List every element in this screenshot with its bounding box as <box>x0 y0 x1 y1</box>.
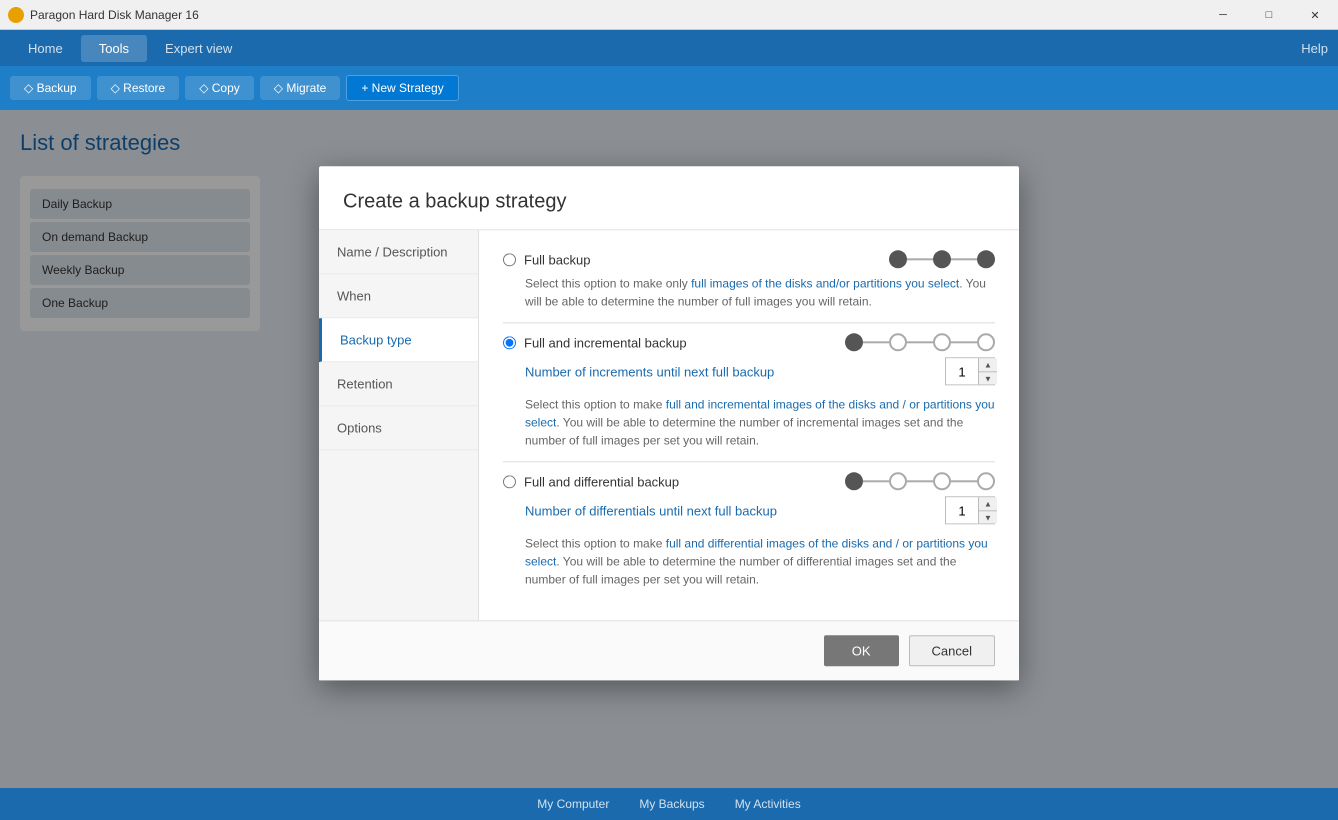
bottom-link-activities[interactable]: My Activities <box>735 797 801 811</box>
differential-spinner-up[interactable]: ▲ <box>979 497 997 510</box>
incremental-number-row: Number of increments until next full bac… <box>525 357 995 385</box>
toolbar-btn-1[interactable]: ◇ Backup <box>10 76 91 100</box>
full-incremental-header: Full and incremental backup <box>503 333 995 351</box>
app-content: List of strategies Daily Backup On deman… <box>0 110 1338 788</box>
backup-type-content: Full backup Select this option to make o… <box>479 230 1019 620</box>
dialog-header: Create a backup strategy <box>319 166 1019 230</box>
window-controls: ─ □ ✕ <box>1200 0 1338 30</box>
incremental-spinner-up[interactable]: ▲ <box>979 358 997 371</box>
diagram-dot-1 <box>889 250 907 268</box>
incremental-diagram <box>845 333 995 351</box>
incr-dot-3 <box>977 333 995 351</box>
diff-line-2 <box>907 480 933 482</box>
differential-number-label: Number of differentials until next full … <box>525 503 777 518</box>
app-icon <box>8 7 24 23</box>
divider-1 <box>503 322 995 323</box>
menu-tab-tools[interactable]: Tools <box>81 35 147 62</box>
incremental-number-input-wrap: 1 ▲ ▼ <box>945 357 995 385</box>
diff-dot-2 <box>933 472 951 490</box>
toolbar-btn-strategy[interactable]: + New Strategy <box>346 75 458 101</box>
diff-desc-plain1: Select this option to make <box>525 536 666 550</box>
incremental-number-label: Number of increments until next full bac… <box>525 364 774 379</box>
incremental-spinner: ▲ ▼ <box>978 358 997 384</box>
divider-2 <box>503 461 995 462</box>
app-toolbar: ◇ Backup ◇ Restore ◇ Copy ◇ Migrate + Ne… <box>0 66 1338 110</box>
differential-spinner: ▲ ▼ <box>978 497 997 523</box>
nav-item-when[interactable]: When <box>319 274 478 318</box>
close-button[interactable]: ✕ <box>1292 0 1338 30</box>
incremental-number-input[interactable]: 1 <box>946 358 978 384</box>
ok-button[interactable]: OK <box>824 635 899 666</box>
incr-desc-plain1: Select this option to make <box>525 397 666 411</box>
differential-diagram <box>845 472 995 490</box>
incr-dot-1 <box>889 333 907 351</box>
minimize-button[interactable]: ─ <box>1200 0 1246 30</box>
dialog-body: Name / Description When Backup type Rete… <box>319 230 1019 620</box>
menu-tab-expert[interactable]: Expert view <box>147 35 250 62</box>
diagram-line <box>907 258 933 260</box>
dialog-title: Create a backup strategy <box>343 190 995 213</box>
toolbar-btn-4[interactable]: ◇ Migrate <box>260 76 341 100</box>
full-backup-header: Full backup <box>503 250 995 268</box>
bottom-link-backups[interactable]: My Backups <box>639 797 704 811</box>
menu-bar: Home Tools Expert view Help <box>0 30 1338 66</box>
differential-number-input[interactable]: 1 <box>946 497 978 523</box>
full-backup-desc-highlight: full images of the disks and/or partitio… <box>691 276 959 290</box>
incr-line-1 <box>863 341 889 343</box>
bottom-bar: My Computer My Backups My Activities <box>0 788 1338 820</box>
incr-dot-2 <box>933 333 951 351</box>
full-differential-radio[interactable] <box>503 475 516 488</box>
dialog-nav: Name / Description When Backup type Rete… <box>319 230 479 620</box>
differential-number-row: Number of differentials until next full … <box>525 496 995 524</box>
differential-number-input-wrap: 1 ▲ ▼ <box>945 496 995 524</box>
full-incremental-label[interactable]: Full and incremental backup <box>503 335 687 350</box>
full-backup-label[interactable]: Full backup <box>503 252 590 267</box>
nav-item-name-desc[interactable]: Name / Description <box>319 230 478 274</box>
full-backup-radio[interactable] <box>503 253 516 266</box>
bottom-link-computer[interactable]: My Computer <box>537 797 609 811</box>
full-differential-label[interactable]: Full and differential backup <box>503 474 679 489</box>
diagram-line <box>951 258 977 260</box>
diff-line-3 <box>951 480 977 482</box>
diff-dot-full <box>845 472 863 490</box>
diff-line-1 <box>863 480 889 482</box>
full-incremental-option: Full and incremental backup <box>503 333 995 449</box>
create-strategy-dialog: Create a backup strategy Name / Descript… <box>319 166 1019 680</box>
full-incremental-text: Full and incremental backup <box>524 335 687 350</box>
diff-dot-3 <box>977 472 995 490</box>
incr-line-3 <box>951 341 977 343</box>
title-bar: Paragon Hard Disk Manager 16 ─ □ ✕ <box>0 0 1338 30</box>
differential-spinner-down[interactable]: ▼ <box>979 510 997 523</box>
title-bar-text: Paragon Hard Disk Manager 16 <box>30 8 199 22</box>
full-differential-desc: Select this option to make full and diff… <box>525 534 995 588</box>
incr-desc-plain2: . You will be able to determine the numb… <box>525 415 963 447</box>
diff-desc-plain2: . You will be able to determine the numb… <box>525 554 956 586</box>
cancel-button[interactable]: Cancel <box>909 635 995 666</box>
full-backup-desc-plain1: Select this option to make only <box>525 276 691 290</box>
full-backup-option: Full backup Select this option to make o… <box>503 250 995 310</box>
toolbar-btn-2[interactable]: ◇ Restore <box>97 76 180 100</box>
full-differential-header: Full and differential backup <box>503 472 995 490</box>
help-link[interactable]: Help <box>1301 41 1328 56</box>
diagram-dot-3 <box>977 250 995 268</box>
full-backup-diagram <box>889 250 995 268</box>
full-differential-text: Full and differential backup <box>524 474 679 489</box>
menu-tab-home[interactable]: Home <box>10 35 81 62</box>
incremental-spinner-down[interactable]: ▼ <box>979 371 997 384</box>
nav-item-retention[interactable]: Retention <box>319 362 478 406</box>
dialog-footer: OK Cancel <box>319 620 1019 680</box>
diff-dot-1 <box>889 472 907 490</box>
full-incremental-desc: Select this option to make full and incr… <box>525 395 995 449</box>
nav-item-options[interactable]: Options <box>319 406 478 450</box>
incr-dot-full <box>845 333 863 351</box>
full-incremental-radio[interactable] <box>503 336 516 349</box>
restore-button[interactable]: □ <box>1246 0 1292 30</box>
nav-item-backup-type[interactable]: Backup type <box>319 318 478 362</box>
incr-line-2 <box>907 341 933 343</box>
toolbar-btn-3[interactable]: ◇ Copy <box>185 76 254 100</box>
full-differential-option: Full and differential backup <box>503 472 995 588</box>
diagram-dot-2 <box>933 250 951 268</box>
full-backup-text: Full backup <box>524 252 590 267</box>
full-backup-desc: Select this option to make only full ima… <box>525 274 995 310</box>
